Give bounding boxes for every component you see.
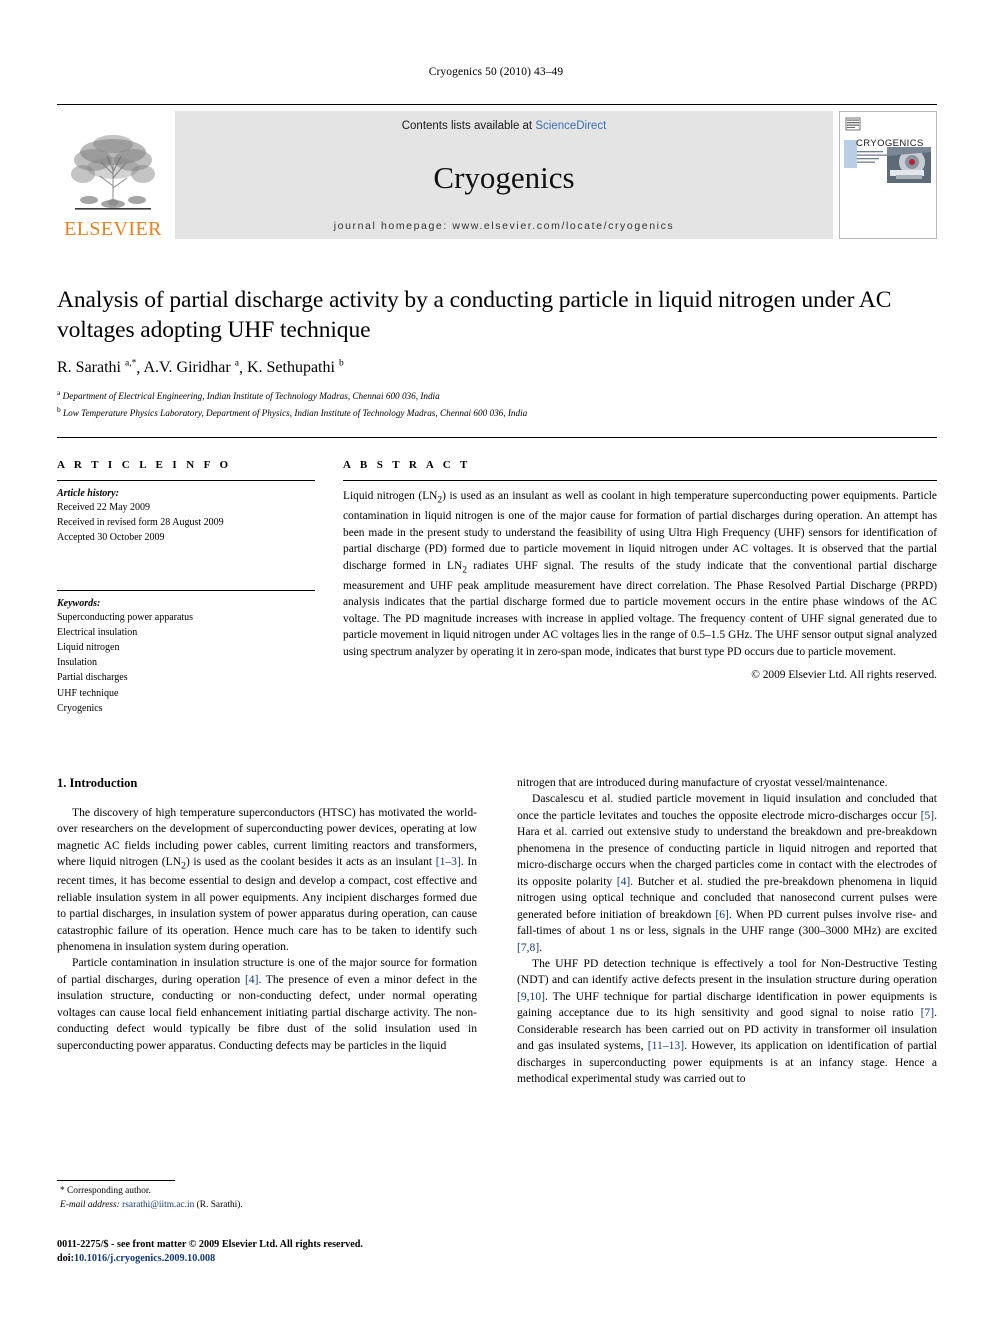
contents-prefix: Contents lists available at [401,120,536,132]
abstract-copyright: © 2009 Elsevier Ltd. All rights reserved… [751,669,937,682]
journal-title: Cryogenics [433,159,575,195]
citation-ref[interactable]: [7,8] [517,941,539,954]
keyword-item: Electrical insulation [57,626,138,638]
article-info-heading: A R T I C L E I N F O [57,459,232,471]
sciencedirect-link[interactable]: ScienceDirect [535,120,606,132]
citation-ref[interactable]: [5] [921,809,935,822]
paragraph-left-2: Particle contamination in insulation str… [57,956,477,1052]
affiliations: a Department of Electrical Engineering, … [57,387,937,420]
keywords-divider [57,589,315,591]
citation-ref[interactable]: [1–3] [436,855,461,868]
article-title: Analysis of partial discharge activity b… [57,287,892,343]
citation-ref[interactable]: [7] [921,1006,935,1019]
email-owner: (R. Sarathi). [196,1199,243,1210]
masthead-center-band: Contents lists available at ScienceDirec… [175,111,833,239]
citation-ref[interactable]: [9,10] [517,990,545,1003]
history-item: Accepted 30 October 2009 [57,532,165,544]
elsevier-logo: ELSEVIER [57,111,169,239]
keywords-list: Superconducting power apparatus Electric… [57,610,315,716]
running-head: Cryogenics 50 (2010) 43–49 [428,66,564,78]
paper-page: Cryogenics 50 (2010) 43–49 ELSEVIER Cont… [0,0,992,1323]
title-block: Analysis of partial discharge activity b… [57,286,937,420]
abstract-column: A B S T R A C T Liquid nitrogen (LN2) is… [343,459,937,681]
doi-label: doi: [57,1253,74,1265]
journal-cover-thumbnail: CRYOGENICS [839,111,937,239]
keyword-item: Superconducting power apparatus [57,611,194,623]
author-1: R. Sarathi a,* [57,358,137,377]
cover-artwork: CRYOGENICS [840,112,936,233]
info-section-rule [57,437,937,438]
doi-link[interactable]: 10.1016/j.cryogenics.2009.10.008 [74,1253,215,1264]
keyword-item: UHF technique [57,687,119,699]
article-history-list: Received 22 May 2009 Received in revised… [57,500,315,546]
issn-line: 0011-2275/$ - see front matter © 2009 El… [57,1239,363,1250]
body-column-right: nitrogen that are introduced during manu… [517,775,937,1088]
paragraph-right-2: The UHF PD detection technique is effect… [517,956,937,1086]
affiliation-b: b Low Temperature Physics Laboratory, De… [57,404,528,418]
imprint-block: 0011-2275/$ - see front matter © 2009 El… [57,1238,527,1267]
email-label: E-mail address: [60,1199,120,1210]
footnote-block: * Corresponding author. E-mail address: … [57,1180,477,1212]
citation-ref[interactable]: [4] [617,875,631,888]
keywords-label: Keywords: [57,597,101,609]
affiliation-a: a Department of Electrical Engineering, … [57,388,440,402]
abstract-heading: A B S T R A C T [343,459,471,471]
abstract-divider [343,480,937,481]
elsevier-tree-icon [71,135,155,210]
citation-ref[interactable]: [6] [715,908,729,921]
history-item: Received 22 May 2009 [57,502,151,513]
corresponding-author-note: * Corresponding author. [60,1186,151,1196]
paragraph-right-1: Dascalescu et al. studied particle movem… [517,792,937,954]
elsevier-wordmark: ELSEVIER [64,218,162,240]
article-history-label: Article history: [57,488,119,499]
article-info-divider [57,480,315,481]
keyword-item: Liquid nitrogen [57,641,120,653]
paragraph-left-1: The discovery of high temperature superc… [57,805,477,953]
paragraph-right-0: nitrogen that are introduced during manu… [517,776,888,789]
article-info-column: A R T I C L E I N F O Article history: R… [57,459,315,716]
author-2: A.V. Giridhar a [143,358,239,377]
footnote-rule [57,1180,175,1181]
journal-masthead: ELSEVIER Contents lists available at Sci… [57,104,937,239]
contents-lists-line: Contents lists available at ScienceDirec… [402,120,607,132]
author-list: R. Sarathi a,*, A.V. Giridhar a, K. Seth… [57,358,344,377]
keywords-block: Keywords: Superconducting power apparatu… [57,589,315,716]
keyword-item: Cryogenics [57,702,103,714]
body-column-left: 1. Introduction The discovery of high te… [57,775,477,1054]
doi-line: doi:10.1016/j.cryogenics.2009.10.008 [57,1252,527,1266]
abstract-text: Liquid nitrogen (LN2) is used as an insu… [343,490,937,658]
section-title-introduction: 1. Introduction [57,776,138,790]
author-3: K. Sethupathi b [246,358,344,377]
history-item: Received in revised form 28 August 2009 [57,517,224,529]
keyword-item: Insulation [57,657,97,669]
citation-ref[interactable]: [4] [245,973,259,986]
keyword-item: Partial discharges [57,672,128,684]
citation-ref[interactable]: [11–13] [648,1039,684,1052]
journal-homepage-link[interactable]: journal homepage: www.elsevier.com/locat… [334,220,675,232]
email-note: E-mail address: rsarathi@iitm.ac.in (R. … [57,1199,477,1213]
email-link[interactable]: rsarathi@iitm.ac.in [122,1200,194,1210]
